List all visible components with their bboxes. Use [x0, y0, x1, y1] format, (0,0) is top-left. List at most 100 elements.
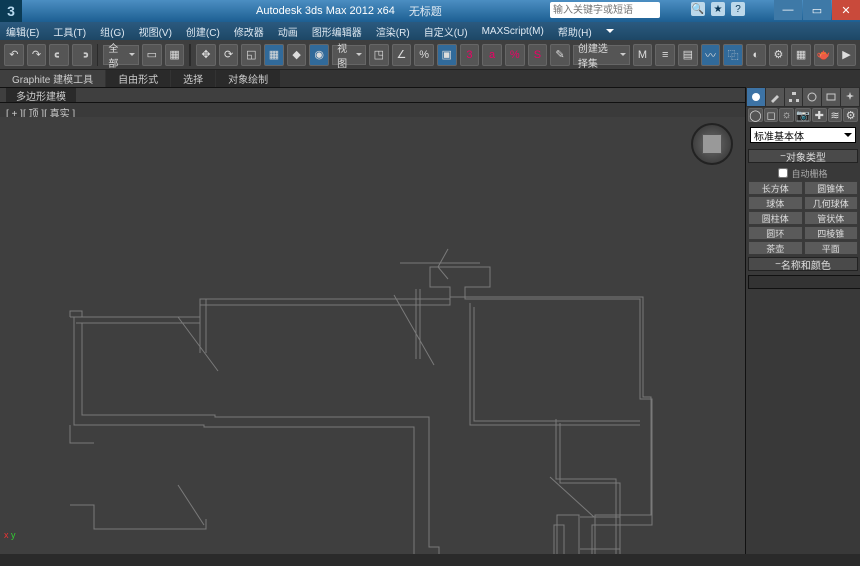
angle-snap-toggle[interactable]: ∠: [392, 44, 412, 66]
menu-grapheditors[interactable]: 图形编辑器: [312, 24, 362, 39]
spinner-snap-toggle[interactable]: ▣: [437, 44, 457, 66]
layer-button[interactable]: ▤: [678, 44, 698, 66]
snap-a-icon[interactable]: a: [482, 44, 502, 66]
btn-cylinder[interactable]: 圆柱体: [748, 211, 803, 225]
display-tab[interactable]: [822, 88, 840, 106]
btn-pyramid[interactable]: 四棱锥: [804, 226, 859, 240]
ribbon-subrow: 多边形建模: [0, 88, 860, 103]
btn-box[interactable]: 长方体: [748, 181, 803, 195]
curve-editor-button[interactable]: 〰: [701, 44, 721, 66]
align-button[interactable]: ≡: [655, 44, 675, 66]
document-name: 无标题: [409, 3, 442, 19]
render-prod-button[interactable]: ▶: [837, 44, 857, 66]
btn-geosphere[interactable]: 几何球体: [804, 196, 859, 210]
search-input[interactable]: [550, 2, 660, 18]
edit-named-sel-button[interactable]: ✎: [550, 44, 570, 66]
help-icon[interactable]: ?: [731, 2, 745, 16]
select-move-button[interactable]: ✥: [196, 44, 216, 66]
select-scale-button[interactable]: ◱: [241, 44, 261, 66]
hierarchy-tab[interactable]: [785, 88, 803, 106]
render-setup-button[interactable]: ⚙: [769, 44, 789, 66]
btn-plane[interactable]: 平面: [804, 241, 859, 255]
menu-bar: 编辑(E) 工具(T) 组(G) 视图(V) 创建(C) 修改器 动画 图形编辑…: [0, 22, 860, 40]
select-by-name-button[interactable]: ▦: [165, 44, 185, 66]
schematic-view-button[interactable]: ⿻: [723, 44, 743, 66]
menu-create[interactable]: 创建(C): [186, 24, 220, 39]
btn-teapot[interactable]: 茶壶: [748, 241, 803, 255]
select-manipulate-button[interactable]: ◉: [309, 44, 329, 66]
btn-sphere[interactable]: 球体: [748, 196, 803, 210]
menu-animation[interactable]: 动画: [278, 24, 298, 39]
helpers-icon[interactable]: ✚: [812, 108, 827, 122]
spacewarps-icon[interactable]: ≋: [828, 108, 843, 122]
cameras-icon[interactable]: 📷: [795, 108, 811, 122]
named-sel-dropdown[interactable]: 创建选择集: [573, 45, 630, 65]
ribbon-tab-graphite[interactable]: Graphite 建模工具: [0, 70, 105, 87]
render-button[interactable]: 🫖: [814, 44, 834, 66]
render-frame-button[interactable]: ▦: [791, 44, 811, 66]
app-icon[interactable]: 3: [0, 0, 22, 22]
category-dropdown[interactable]: 标准基本体: [750, 127, 856, 143]
search-icon[interactable]: 🔍: [691, 2, 705, 16]
btn-cone[interactable]: 圆锥体: [804, 181, 859, 195]
app-title: Autodesk 3ds Max 2012 x64: [256, 5, 395, 17]
snap-3-icon[interactable]: 3: [460, 44, 480, 66]
snap-s-icon[interactable]: S: [528, 44, 548, 66]
link-button[interactable]: [49, 44, 69, 66]
axis-gizmo: x y: [4, 530, 16, 540]
use-pivot-button[interactable]: ◆: [287, 44, 307, 66]
command-panel: ◯ ◻ ☼ 📷 ✚ ≋ ⚙ 标准基本体 − 对象类型 自动栅格 长方体 圆锥体 …: [745, 87, 860, 554]
menu-overflow-icon[interactable]: [606, 29, 614, 37]
title-bar: 3 Autodesk 3ds Max 2012 x64 无标题 🔍 ★ ? — …: [0, 0, 860, 22]
selection-filter[interactable]: 全部: [103, 45, 139, 65]
btn-torus[interactable]: 圆环: [748, 226, 803, 240]
minimize-button[interactable]: —: [774, 0, 802, 20]
viewport-label[interactable]: [ + ][ 顶 ][ 真实 ]: [0, 103, 860, 117]
help-search[interactable]: [550, 2, 660, 18]
rollout-name-color[interactable]: − 名称和颜色: [748, 257, 858, 271]
maximize-button[interactable]: ▭: [803, 0, 831, 20]
btn-tube[interactable]: 管状体: [804, 211, 859, 225]
percent-snap-toggle[interactable]: %: [414, 44, 434, 66]
object-name-input[interactable]: [748, 275, 860, 289]
redo-button[interactable]: ↷: [27, 44, 47, 66]
main-toolbar: ↶ ↷ 全部 ▭ ▦ ✥ ⟳ ◱ ▦ ◆ ◉ 视图 ◳ ∠ % ▣ 3 a % …: [0, 40, 860, 70]
ribbon-tab-objectpaint[interactable]: 对象绘制: [216, 70, 280, 87]
menu-rendering[interactable]: 渲染(R): [376, 24, 410, 39]
utilities-tab[interactable]: [841, 88, 859, 106]
menu-tools[interactable]: 工具(T): [53, 24, 86, 39]
shapes-icon[interactable]: ◻: [764, 108, 779, 122]
menu-views[interactable]: 视图(V): [139, 24, 172, 39]
motion-tab[interactable]: [803, 88, 821, 106]
select-object-button[interactable]: ▭: [142, 44, 162, 66]
menu-help[interactable]: 帮助(H): [558, 24, 592, 39]
menu-edit[interactable]: 编辑(E): [6, 24, 39, 39]
viewport[interactable]: x y: [0, 117, 745, 554]
star-icon[interactable]: ★: [711, 2, 725, 16]
menu-group[interactable]: 组(G): [100, 24, 124, 39]
ribbon-tabs: Graphite 建模工具 自由形式 选择 对象绘制: [0, 70, 860, 88]
ref-coord-button[interactable]: ▦: [264, 44, 284, 66]
material-editor-button[interactable]: ◐: [746, 44, 766, 66]
geometry-icon[interactable]: ◯: [748, 108, 763, 122]
mirror-button[interactable]: M: [633, 44, 653, 66]
view-coord-dropdown[interactable]: 视图: [332, 45, 366, 65]
create-tab[interactable]: [747, 88, 765, 106]
snap-toggle[interactable]: ◳: [369, 44, 389, 66]
menu-modifiers[interactable]: 修改器: [234, 24, 264, 39]
select-rotate-button[interactable]: ⟳: [219, 44, 239, 66]
close-button[interactable]: ✕: [832, 0, 860, 20]
snap-pct-icon[interactable]: %: [505, 44, 525, 66]
ribbon-tab-selection[interactable]: 选择: [171, 70, 215, 87]
menu-customize[interactable]: 自定义(U): [424, 24, 468, 39]
systems-icon[interactable]: ⚙: [843, 108, 858, 122]
undo-button[interactable]: ↶: [4, 44, 24, 66]
menu-maxscript[interactable]: MAXScript(M): [482, 26, 544, 37]
ribbon-tab-freeform[interactable]: 自由形式: [106, 70, 170, 87]
ribbon-panel-polymodeling[interactable]: 多边形建模: [6, 88, 76, 102]
rollout-object-type[interactable]: − 对象类型: [748, 149, 858, 163]
modify-tab[interactable]: [766, 88, 784, 106]
autogrid-checkbox[interactable]: 自动栅格: [748, 166, 858, 180]
lights-icon[interactable]: ☼: [779, 108, 794, 122]
unlink-button[interactable]: [72, 44, 92, 66]
